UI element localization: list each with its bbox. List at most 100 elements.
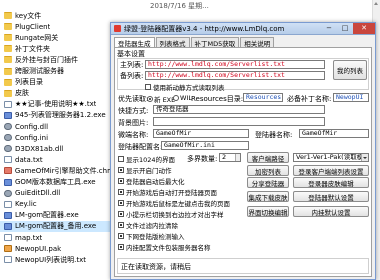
- encrypt-list-button[interactable]: 加密列表: [247, 165, 289, 176]
- list-item[interactable]: data.txt: [0, 154, 112, 165]
- version-dropdown[interactable]: Ver1-Ver1-Pak(读取模组): [293, 153, 369, 162]
- list-item[interactable]: Config.ini: [0, 132, 112, 143]
- open-page-box[interactable]: [118, 189, 124, 195]
- auto-detect-checkbox[interactable]: 下网登陆版检测输入: [118, 231, 185, 241]
- list-item[interactable]: 跨服测试服务器: [0, 66, 112, 77]
- list-item[interactable]: Key.lic: [0, 199, 112, 210]
- my-list-button[interactable]: 我的列表: [333, 60, 367, 80]
- dialog-titlebar[interactable]: 绿盟·登陆器配置器v3.4 - http://www.LmDlq.com − □…: [111, 22, 375, 35]
- list-item[interactable]: 945-列表管理服务器1.2.exe: [0, 110, 112, 121]
- maximize-button[interactable]: □: [337, 23, 353, 34]
- config-name-input[interactable]: GameOfMir.ini: [161, 141, 249, 150]
- launcher-name-label: 登陆器名称:: [255, 131, 293, 139]
- maximize-after-launch-label: 登陆器启动后最大化: [126, 178, 185, 186]
- file-filter-checkbox[interactable]: 文件过滤内拉清除: [118, 220, 178, 230]
- chevron-down-icon[interactable]: [361, 154, 368, 161]
- list-item[interactable]: D3DX81ab.dll: [0, 143, 112, 154]
- internal-defaults-button[interactable]: 内挂默认设置: [293, 206, 369, 217]
- list-item[interactable]: GameOfMir引擎帮助文件.chm: [0, 165, 112, 176]
- count-value: 2: [222, 153, 227, 161]
- skin-edit-button[interactable]: 登录器皮肤编辑: [293, 177, 369, 188]
- maximize-after-launch-box[interactable]: [118, 178, 124, 184]
- list-item[interactable]: LM-gom配置器.exe: [0, 210, 112, 221]
- launcher-name-input[interactable]: GameOfMir: [299, 129, 369, 138]
- app-logo-icon: [114, 25, 121, 32]
- radio-wil[interactable]: WIL: [173, 94, 192, 102]
- list-item[interactable]: NewopUI列表说明.txt: [0, 254, 112, 265]
- list-item[interactable]: 反外挂与封百门插件: [0, 54, 112, 65]
- share-launcher-button[interactable]: 分享登陆器: [247, 177, 289, 188]
- list-item[interactable]: Config.dll: [0, 121, 112, 132]
- tab-patch-md5[interactable]: 补丁MD5获取: [190, 37, 240, 48]
- login-list-settings-button[interactable]: 登录客户端端列表设置: [293, 165, 369, 176]
- encrypt-list-checkbox[interactable]: 使用新动静方式读取列表: [145, 82, 225, 92]
- file-name: 列表目录: [15, 78, 43, 87]
- required-patch-input[interactable]: NewopUI: [333, 93, 369, 102]
- main-list-input[interactable]: http://www.lmdlq.com/Serverlist.txt: [145, 60, 325, 69]
- count-spinner[interactable]: 2: [219, 153, 241, 162]
- radio-dot[interactable]: [147, 96, 153, 102]
- open-page-checkbox[interactable]: 开始游戏后自动打开登陆器页面: [118, 187, 217, 197]
- encrypt-list-box[interactable]: [145, 84, 151, 90]
- app-icon: [4, 222, 12, 230]
- show-door-box[interactable]: [118, 167, 124, 173]
- file-name: GameOfMir引擎帮助文件.chm: [14, 166, 112, 175]
- shortcut-input[interactable]: 传奇登陆器: [153, 105, 325, 114]
- file-name: NewopUI.pak: [15, 244, 62, 253]
- micro-end-input[interactable]: GameOfMir: [153, 129, 249, 138]
- interface-switch-button[interactable]: 界面切换编辑: [247, 206, 289, 217]
- list-item[interactable]: key文件: [0, 10, 112, 21]
- folder-icon: [4, 12, 12, 19]
- radio-dot[interactable]: [173, 95, 179, 101]
- left-click-box[interactable]: [118, 200, 124, 206]
- tab-launcher-generate[interactable]: 登陆器生成: [114, 37, 155, 48]
- resources-label: Resources目录:: [191, 95, 244, 103]
- left-click-checkbox[interactable]: 开始游戏后鼠标是左键点击我的页面: [118, 198, 230, 208]
- required-patch-label: 必备补丁名称:: [287, 95, 332, 103]
- config-server-name-box[interactable]: [118, 244, 124, 250]
- list-item[interactable]: GuiEditDll.dll: [0, 188, 112, 199]
- app-icon: [4, 111, 12, 119]
- file-name: Config.ini: [15, 133, 49, 142]
- close-button[interactable]: ✕: [353, 22, 375, 34]
- integrate-skin-button[interactable]: 集成下载皮肤: [247, 191, 289, 202]
- config-server-name-checkbox[interactable]: 内挂配置文件包装服务器名称: [118, 242, 211, 252]
- gear-icon: [4, 134, 12, 142]
- document-icon: [4, 234, 12, 241]
- list-item[interactable]: LM-gom配置器_备用.exe: [0, 221, 112, 232]
- list-item[interactable]: NewopUI.pak: [0, 243, 112, 254]
- launcher-defaults-button[interactable]: 登陆器默认设置: [293, 191, 369, 202]
- list-item[interactable]: 列表目录: [0, 77, 112, 88]
- list-item[interactable]: ★★记事-使用说明★★.txt: [0, 99, 112, 110]
- folder-icon: [4, 78, 12, 86]
- backup-list-input[interactable]: http://www.lmdlq.com/Serverlist.txt: [145, 71, 325, 80]
- auto-detect-box[interactable]: [118, 233, 124, 239]
- list-item[interactable]: Rungate网关: [0, 32, 112, 43]
- resources-input[interactable]: Resources: [243, 93, 283, 102]
- background-input[interactable]: [153, 117, 325, 126]
- file-filter-label: 文件过滤内拉清除: [126, 222, 178, 230]
- show-1024-box[interactable]: [118, 156, 124, 162]
- small-tip-checkbox[interactable]: 小提示栏切换到右边拉才对出字样: [118, 209, 224, 219]
- list-item[interactable]: 皮肤: [0, 88, 112, 99]
- list-item[interactable]: PlugClient: [0, 21, 112, 32]
- scroll-up-icon[interactable]: [374, 2, 378, 5]
- auto-detect-label: 下网登陆版检测输入: [126, 233, 185, 241]
- list-item[interactable]: 补丁文件夹: [0, 43, 112, 54]
- file-filter-box[interactable]: [118, 222, 124, 228]
- document-icon: [4, 156, 12, 164]
- list-item[interactable]: map.txt: [0, 232, 112, 243]
- radio-default-exe[interactable]: 新 EXE: [147, 94, 175, 104]
- small-tip-box[interactable]: [118, 211, 124, 217]
- tab-list-format[interactable]: 列表格式: [155, 37, 190, 48]
- maximize-after-launch-checkbox[interactable]: 登陆器启动后最大化: [118, 176, 185, 186]
- tab-help[interactable]: 相关说明: [240, 37, 275, 48]
- client-path-button[interactable]: 客户端路径: [247, 152, 289, 163]
- show-1024-checkbox[interactable]: 显示1024的界面: [118, 154, 175, 164]
- spinner-arrows-icon[interactable]: [235, 154, 240, 161]
- list-item[interactable]: GOM版本数据库工具.exe: [0, 177, 112, 188]
- minimize-button[interactable]: −: [321, 23, 337, 34]
- backup-list-label: 备列表:: [120, 72, 144, 80]
- show-door-checkbox[interactable]: 显示开启门动作: [118, 165, 172, 175]
- micro-end-label: 微端名称:: [118, 131, 149, 139]
